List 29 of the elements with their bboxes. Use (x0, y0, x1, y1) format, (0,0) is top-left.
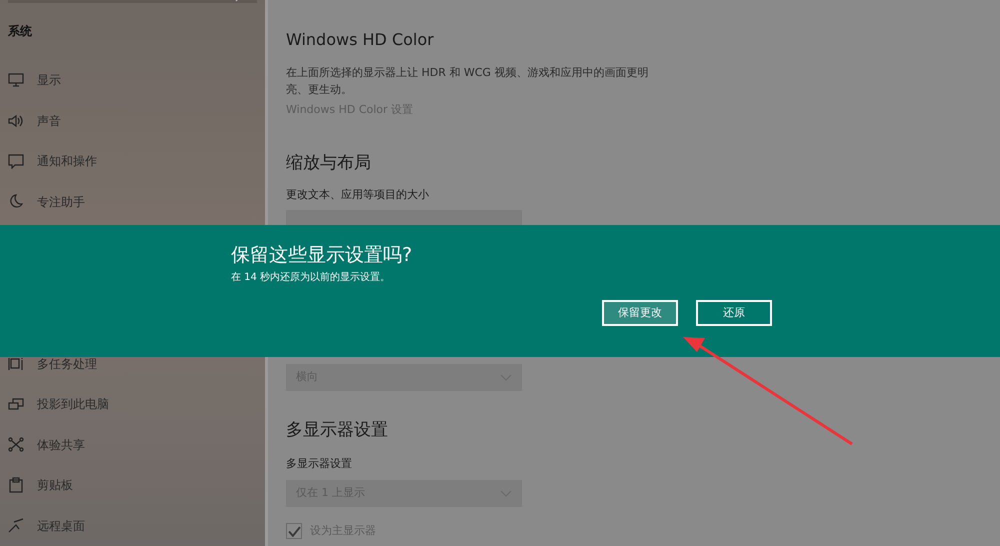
share-icon (8, 437, 24, 452)
sidebar-item[interactable]: 远程桌面 (0, 506, 265, 546)
dialog-title: 保留这些显示设置吗? (231, 243, 414, 268)
field-label: 多显示器设置 (286, 456, 353, 472)
speaker-icon (8, 114, 24, 128)
sidebar-item[interactable]: 通知和操作 (0, 141, 265, 182)
section-heading: 缩放与布局 (286, 152, 372, 175)
sidebar-item[interactable]: 声音 (0, 100, 265, 141)
dialog-button[interactable]: 保留更改 (602, 300, 678, 326)
dialog-button[interactable]: 还原 (696, 300, 772, 326)
description-text: 在上面所选择的显示器上让 HDR 和 WCG 视频、游戏和应用中的画面更明亮、更生动。 (286, 65, 650, 98)
field-label: 更改文本、应用等项目的大小 (286, 187, 430, 203)
monitor-icon (8, 73, 24, 88)
sidebar-item[interactable]: 投影到此电脑 (0, 384, 265, 424)
multitask-icon (8, 356, 24, 371)
sidebar-item[interactable]: 多任务处理 (0, 344, 265, 384)
moon-icon (9, 194, 23, 210)
project-icon (8, 397, 24, 412)
sidebar-item[interactable]: 体验共享 (0, 424, 265, 465)
sidebar-item[interactable]: 专注助手 (0, 182, 265, 222)
dialog-message: 在 14 秒内还原为以前的显示设置。 (231, 271, 392, 285)
section-title: 系统 (7, 23, 33, 40)
checkbox[interactable] (286, 523, 302, 540)
section-heading: Windows HD Color (286, 29, 435, 51)
sidebar-item[interactable]: 剪贴板 (0, 465, 265, 506)
sidebar-item[interactable]: 显示 (0, 60, 265, 100)
clipboard-icon (9, 477, 23, 494)
message-icon (8, 154, 24, 169)
section-heading: 多显示器设置 (286, 419, 389, 442)
